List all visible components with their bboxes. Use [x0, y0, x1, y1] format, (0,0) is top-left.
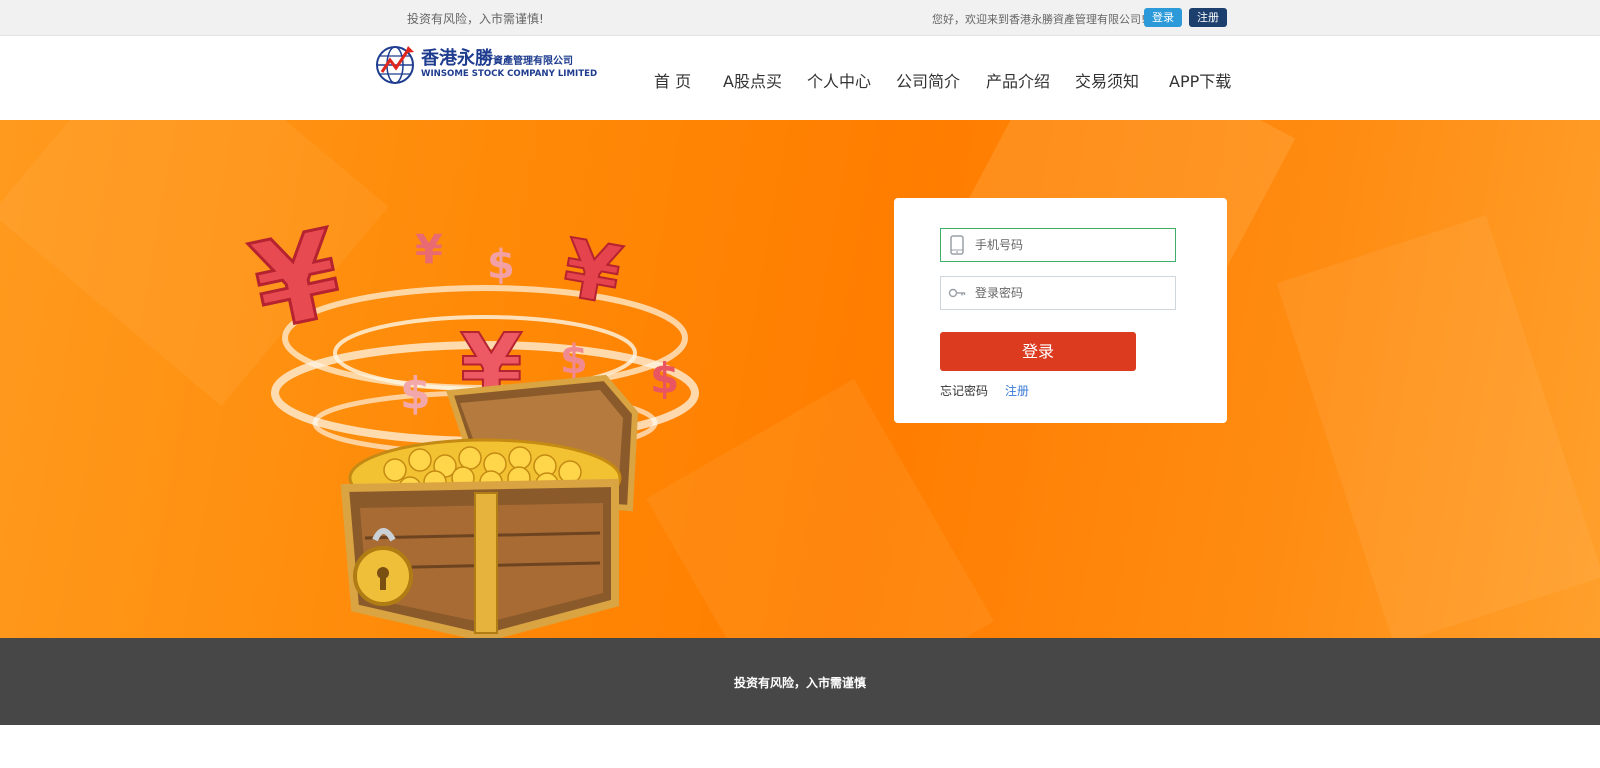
register-link[interactable]: 注册 [1005, 382, 1029, 399]
nav-a-stock[interactable]: A股点买 [723, 68, 782, 92]
logo-name-cn: 香港永勝 [421, 48, 493, 69]
top-register-button[interactable]: 注册 [1189, 8, 1227, 27]
password-field[interactable] [940, 276, 1176, 310]
svg-text:¥: ¥ [242, 208, 353, 358]
treasure-chest-illustration: ¥ ¥ $ ¥ ¥ $ $ $ [240, 208, 699, 638]
hero-banner: ¥ ¥ $ ¥ ¥ $ $ $ 手机号码 登录 忘记密码 注册 [0, 120, 1600, 638]
key-icon [948, 288, 966, 298]
phone-field[interactable] [940, 228, 1176, 262]
header: 香港永勝 資產管理有限公司 WINSOME STOCK COMPANY LIMI… [0, 36, 1600, 120]
login-card: 登录 忘记密码 注册 [894, 198, 1227, 423]
login-submit-button[interactable]: 登录 [940, 332, 1136, 371]
svg-text:$: $ [650, 354, 679, 403]
footer-risk-notice: 投资有风险，入市需谨慎 [733, 676, 866, 690]
logo-name-cn-small: 資產管理有限公司 [493, 56, 573, 67]
bg-facet [1276, 215, 1600, 638]
svg-text:¥: ¥ [415, 227, 443, 273]
svg-text:$: $ [487, 242, 515, 288]
nav-trading-notes[interactable]: 交易须知 [1075, 68, 1139, 92]
svg-text:¥: ¥ [557, 221, 628, 322]
phone-input[interactable] [975, 229, 1170, 261]
company-logo[interactable]: 香港永勝 資產管理有限公司 WINSOME STOCK COMPANY LIMI… [374, 42, 597, 86]
logo-name-en: WINSOME STOCK COMPANY LIMITED [421, 69, 598, 79]
svg-text:$: $ [560, 337, 588, 383]
nav-personal-center[interactable]: 个人中心 [807, 68, 871, 92]
forgot-password-link[interactable]: 忘记密码 [940, 382, 988, 399]
svg-text:$: $ [400, 368, 431, 419]
risk-notice: 投资有风险，入市需谨慎! [407, 12, 544, 26]
welcome-text: 您好，欢迎来到香港永勝資產管理有限公司! [932, 13, 1146, 26]
password-input[interactable] [975, 277, 1170, 309]
footer: 投资有风险，入市需谨慎 [0, 638, 1600, 725]
top-bar: 投资有风险，入市需谨慎! 您好，欢迎来到香港永勝資產管理有限公司! 登录 注册 [0, 0, 1600, 36]
phone-icon [950, 235, 964, 255]
globe-logo-icon [376, 46, 414, 84]
nav-company-profile[interactable]: 公司简介 [896, 68, 960, 92]
nav-app-download[interactable]: APP下载 [1169, 68, 1231, 92]
top-login-button[interactable]: 登录 [1144, 8, 1182, 27]
nav-products[interactable]: 产品介绍 [986, 68, 1050, 92]
nav-home[interactable]: 首 页 [654, 68, 691, 92]
